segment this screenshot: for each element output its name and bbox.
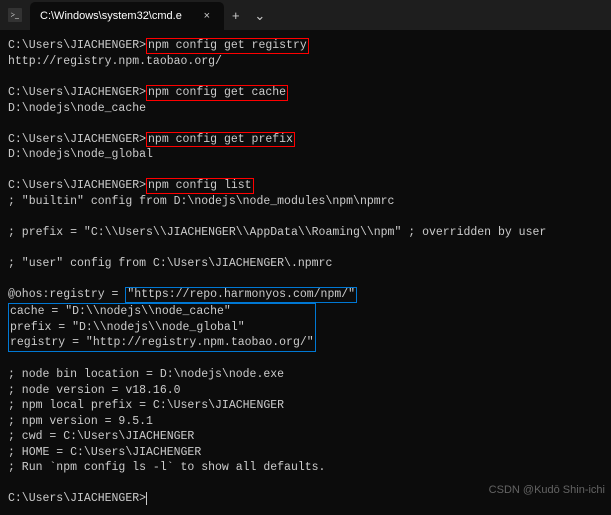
watermark: CSDN @Kudō Shin-ichi [489,484,605,496]
titlebar: >_ C:\Windows\system32\cmd.e × + ⌄ [0,0,611,30]
cmd-get-prefix: npm config get prefix [146,132,295,148]
prompt: C:\Users\JIACHENGER> [8,492,146,505]
out-registry-kv: registry = "http://registry.npm.taobao.o… [10,336,314,349]
tab-title: C:\Windows\system32\cmd.e [40,10,182,22]
out-cache: D:\nodejs\node_cache [8,102,146,115]
out-node-bin: ; node bin location = D:\nodejs\node.exe [8,368,284,381]
out-npm-ver: ; npm version = 9.5.1 [8,415,153,428]
out-registry: http://registry.npm.taobao.org/ [8,55,222,68]
new-tab-button[interactable]: + [224,2,248,30]
out-prefix: D:\nodejs\node_global [8,148,153,161]
out-home: ; HOME = C:\Users\JIACHENGER [8,446,201,459]
cmd-get-registry: npm config get registry [146,38,309,54]
terminal-output[interactable]: C:\Users\JIACHENGER>npm config get regis… [0,30,611,515]
out-prefix-kv: prefix = "D:\\nodejs\\node_global" [10,321,245,334]
cursor [146,492,147,505]
tab-dropdown-icon[interactable]: ⌄ [248,2,272,30]
out-ohos-val: "https://repo.harmonyos.com/npm/" [125,287,357,303]
out-builtin: ; "builtin" config from D:\nodejs\node_m… [8,195,394,208]
out-user-line: ; "user" config from C:\Users\JIACHENGER… [8,257,332,270]
out-cwd: ; cwd = C:\Users\JIACHENGER [8,430,194,443]
cmd-list: npm config list [146,178,254,194]
cmd-get-cache: npm config get cache [146,85,288,101]
prompt: C:\Users\JIACHENGER> [8,39,146,52]
close-icon[interactable]: × [200,9,214,23]
out-blue-block: cache = "D:\\nodejs\\node_cache" prefix … [8,303,316,352]
prompt: C:\Users\JIACHENGER> [8,133,146,146]
prompt: C:\Users\JIACHENGER> [8,86,146,99]
out-local-prefix: ; npm local prefix = C:\Users\JIACHENGER [8,399,284,412]
cmd-icon: >_ [8,8,22,22]
out-ohos-key: @ohos:registry = [8,288,125,301]
prompt: C:\Users\JIACHENGER> [8,179,146,192]
out-hint: ; Run `npm config ls -l` to show all def… [8,461,325,474]
out-cache-kv: cache = "D:\\nodejs\\node_cache" [10,305,231,318]
out-prefix-line: ; prefix = "C:\\Users\\JIACHENGER\\AppDa… [8,226,546,239]
tab-cmd[interactable]: C:\Windows\system32\cmd.e × [30,2,224,30]
svg-text:>_: >_ [11,11,19,20]
out-node-ver: ; node version = v18.16.0 [8,384,181,397]
